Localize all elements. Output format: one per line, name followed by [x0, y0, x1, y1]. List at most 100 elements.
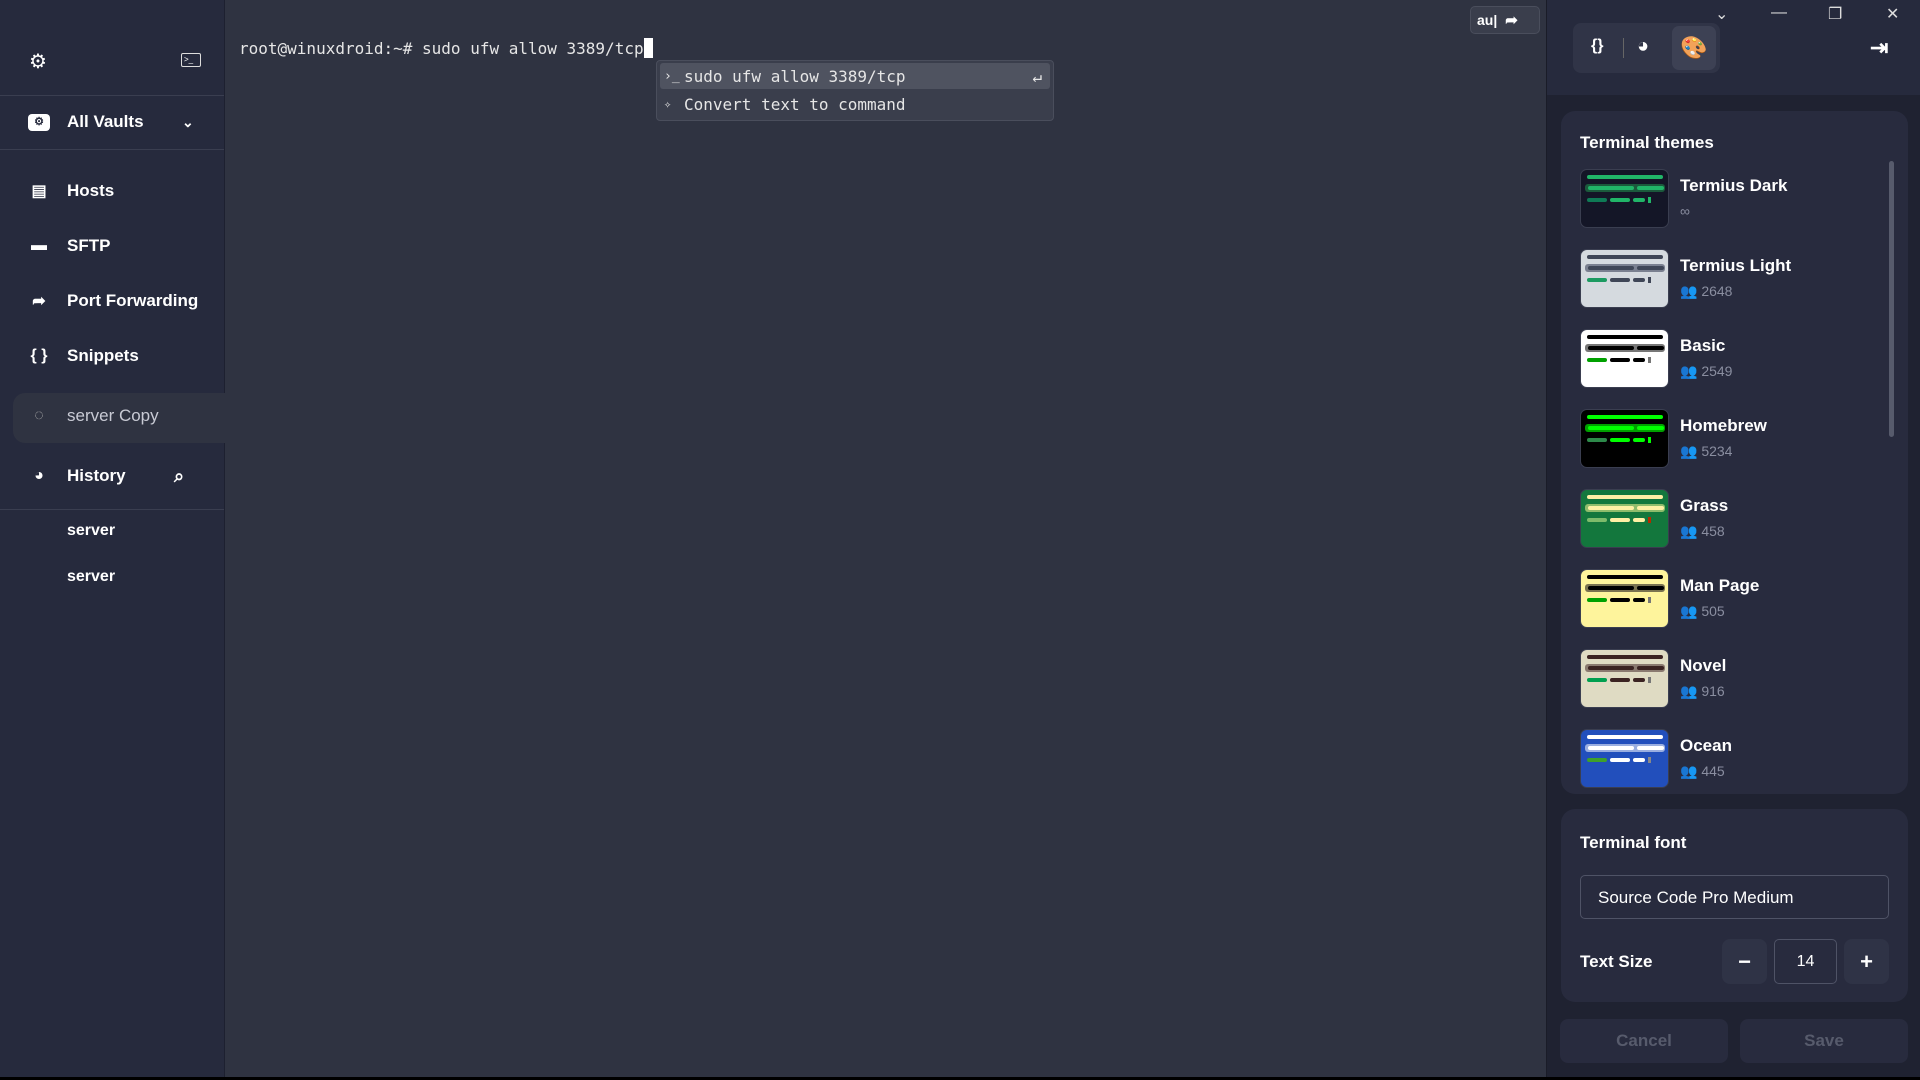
- autocomplete-item[interactable]: ✧ Convert text to command: [660, 91, 1050, 117]
- users-icon: 👥: [1680, 443, 1702, 459]
- history-item[interactable]: server: [0, 557, 224, 597]
- sidebar-item-snippets[interactable]: { } Snippets: [0, 336, 224, 376]
- history-header[interactable]: ◕ History ⌕: [0, 456, 224, 496]
- label: Convert text to command: [684, 94, 906, 114]
- theme-preview: [1580, 169, 1669, 228]
- command: sudo ufw allow 3389/tcp: [422, 39, 644, 58]
- chevron-down-icon: ⌄: [182, 113, 194, 130]
- label: Hosts: [67, 181, 115, 200]
- count: 445: [1701, 763, 1725, 779]
- prompt: root@winuxdroid:~#: [239, 39, 413, 58]
- divider: [0, 149, 224, 150]
- sidebar-item-port-forwarding[interactable]: ➦ Port Forwarding: [0, 281, 224, 321]
- theme-name: Termius Dark: [1680, 176, 1788, 195]
- hosts-icon: ▤: [31, 183, 47, 200]
- save-button[interactable]: Save: [1740, 1019, 1908, 1063]
- theme-item[interactable]: Homebrew 👥 5234: [1580, 409, 1880, 471]
- vault-icon: ⚙: [28, 113, 50, 131]
- theme-item[interactable]: Termius Light 👥 2648: [1580, 249, 1880, 311]
- autocomplete-popup: ›_ sudo ufw allow 3389/tcp ↵ ✧ Convert t…: [656, 60, 1054, 121]
- right-panel: ⌄ — ❐ ✕ {} ◕ 🎨 ⇥ Terminal themes Termius…: [1546, 0, 1920, 1077]
- count: 505: [1701, 603, 1725, 619]
- text-size-input[interactable]: 14: [1774, 939, 1837, 984]
- panel-tabs: {} ◕ 🎨: [1573, 23, 1720, 73]
- enter-key-icon: ↵: [1032, 66, 1042, 86]
- users-icon: 👥: [1680, 363, 1702, 379]
- tab-history-icon[interactable]: ◕: [1637, 35, 1649, 58]
- terminal-icon[interactable]: >_: [181, 53, 201, 67]
- theme-item[interactable]: Termius Dark ∞: [1580, 169, 1880, 231]
- theme-item[interactable]: Basic 👥 2549: [1580, 329, 1880, 391]
- chevron-down-icon[interactable]: ⌄: [1715, 4, 1728, 24]
- minimize-icon[interactable]: —: [1771, 4, 1787, 22]
- theme-users-count: 👥 505: [1680, 603, 1725, 620]
- theme-users-count: ∞: [1680, 203, 1690, 219]
- autocomplete-item[interactable]: ›_ sudo ufw allow 3389/tcp ↵: [660, 63, 1050, 89]
- search-icon[interactable]: ⌕: [174, 466, 184, 487]
- theme-item[interactable]: Novel 👥 916: [1580, 649, 1880, 711]
- terminal-prompt-icon: ›_: [664, 68, 680, 84]
- theme-name: Ocean: [1680, 736, 1732, 755]
- sidebar-item-hosts[interactable]: ▤ Hosts: [0, 171, 224, 211]
- increase-size-button[interactable]: +: [1844, 939, 1889, 984]
- label: Snippets: [67, 346, 139, 365]
- label: History: [67, 466, 126, 485]
- count: 458: [1701, 523, 1725, 539]
- label: server: [67, 568, 116, 585]
- label: SFTP: [67, 236, 111, 255]
- divider: [0, 95, 224, 96]
- scrollbar[interactable]: [1889, 161, 1894, 437]
- users-icon: 👥: [1680, 283, 1702, 299]
- themes-card: Terminal themes Termius Dark ∞ Termius L…: [1561, 111, 1908, 794]
- themes-list: Termius Dark ∞ Termius Light 👥 2648 Basi…: [1561, 169, 1891, 789]
- label: Port Forwarding: [67, 291, 199, 310]
- clock-icon: ◕: [34, 467, 44, 484]
- theme-users-count: 👥 445: [1680, 763, 1725, 780]
- theme-preview: [1580, 649, 1669, 708]
- restore-icon[interactable]: ❐: [1828, 4, 1842, 24]
- themes-title: Terminal themes: [1580, 133, 1714, 152]
- sidebar-item-sftp[interactable]: ▬ SFTP: [0, 226, 224, 266]
- count: 2648: [1701, 283, 1733, 299]
- collapse-panel-icon[interactable]: ⇥: [1870, 35, 1888, 61]
- snippets-icon: { }: [30, 347, 48, 364]
- theme-item[interactable]: Ocean 👥 445: [1580, 729, 1880, 791]
- divider: [1623, 38, 1624, 58]
- share-arrow-icon[interactable]: ➦: [1505, 11, 1518, 29]
- theme-name: Man Page: [1680, 576, 1760, 595]
- decrease-size-button[interactable]: −: [1722, 939, 1767, 984]
- vault-selector[interactable]: ⚙ All Vaults ⌄: [0, 102, 224, 142]
- settings-gear-icon[interactable]: ⚙: [29, 49, 47, 74]
- divider: [0, 509, 224, 510]
- theme-item[interactable]: Grass 👥 458: [1580, 489, 1880, 551]
- text-size-label: Text Size: [1580, 952, 1653, 971]
- session-item[interactable]: ◌ server Copy: [0, 396, 224, 436]
- ai-input[interactable]: au|: [1477, 12, 1497, 28]
- theme-item[interactable]: Man Page 👥 505: [1580, 569, 1880, 631]
- vault-label: All Vaults: [67, 112, 144, 131]
- ubuntu-icon: ◌: [34, 407, 44, 424]
- cancel-button[interactable]: Cancel: [1560, 1019, 1728, 1063]
- label: server: [67, 522, 116, 539]
- font-card: Terminal font Source Code Pro Medium Tex…: [1561, 809, 1908, 1002]
- theme-users-count: 👥 5234: [1680, 443, 1732, 460]
- theme-users-count: 👥 458: [1680, 523, 1725, 540]
- tab-themes-palette-icon[interactable]: 🎨: [1672, 26, 1716, 70]
- count: 916: [1701, 683, 1725, 699]
- cursor: [643, 38, 653, 58]
- history-item[interactable]: server: [0, 511, 224, 551]
- theme-name: Homebrew: [1680, 416, 1767, 435]
- tab-snippets-icon[interactable]: {}: [1591, 37, 1603, 55]
- users-icon: 👥: [1680, 603, 1702, 619]
- theme-name: Novel: [1680, 656, 1727, 675]
- folder-icon: ▬: [31, 237, 47, 254]
- theme-users-count: 👥 2549: [1680, 363, 1732, 380]
- close-icon[interactable]: ✕: [1886, 4, 1899, 24]
- theme-preview: [1580, 409, 1669, 468]
- theme-preview: [1580, 329, 1669, 388]
- terminal[interactable]: root@winuxdroid:~# sudo ufw allow 3389/t…: [226, 0, 1546, 1077]
- label: sudo ufw allow 3389/tcp: [684, 66, 906, 86]
- theme-name: Termius Light: [1680, 256, 1792, 275]
- ai-input-box[interactable]: au| ➦: [1470, 6, 1540, 34]
- font-select[interactable]: Source Code Pro Medium: [1580, 875, 1889, 919]
